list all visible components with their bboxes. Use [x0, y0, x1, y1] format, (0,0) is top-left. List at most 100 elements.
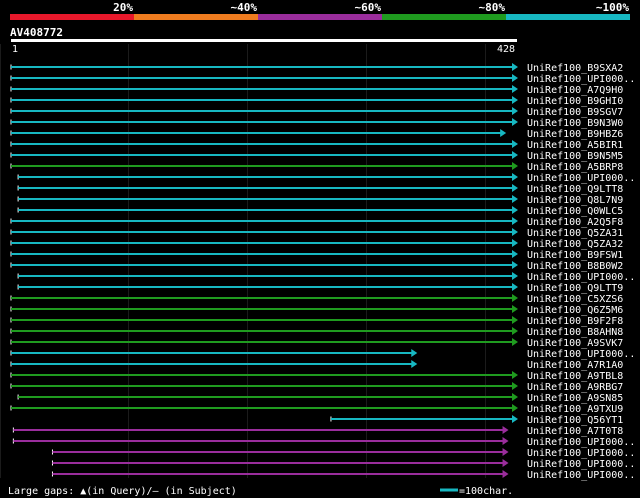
hit-label[interactable]: UniRef100_B9F2F8	[527, 316, 623, 327]
hit-label[interactable]: UniRef100_B8B0W2	[527, 261, 623, 272]
hit-row[interactable]: UniRef100_A5BIR1	[10, 140, 623, 151]
hit-row[interactable]: UniRef100_UPI000..	[10, 74, 635, 85]
hit-label[interactable]: UniRef100_A9RBG7	[527, 382, 623, 393]
hit-row[interactable]: UniRef100_UPI000..	[10, 349, 635, 360]
hit-bar[interactable]	[13, 440, 504, 442]
hit-bar[interactable]	[11, 220, 513, 222]
hit-row[interactable]: UniRef100_UPI000..	[51, 448, 635, 459]
hit-row[interactable]: UniRef100_B8AHN8	[10, 327, 623, 338]
hit-label[interactable]: UniRef100_B9FSW1	[527, 250, 623, 261]
hit-bar[interactable]	[52, 473, 504, 475]
hit-label[interactable]: UniRef100_A9TXU9	[527, 404, 623, 415]
hit-label[interactable]: UniRef100_Q8L7N9	[527, 195, 623, 206]
hit-bar[interactable]	[11, 253, 513, 255]
hit-label[interactable]: UniRef100_B9GHI0	[527, 96, 623, 107]
hit-row[interactable]: UniRef100_B9N5M5	[10, 151, 623, 162]
hit-bar[interactable]	[18, 209, 513, 211]
hit-bar[interactable]	[11, 154, 513, 156]
hit-label[interactable]: UniRef100_B9SXA2	[527, 63, 623, 74]
hit-label[interactable]: UniRef100_A9SVK7	[527, 338, 623, 349]
hit-bar[interactable]	[11, 330, 513, 332]
hit-label[interactable]: UniRef100_UPI000..	[527, 349, 635, 360]
hit-label[interactable]: UniRef100_B8AHN8	[527, 327, 623, 338]
hit-bar[interactable]	[11, 363, 413, 365]
hit-row[interactable]: UniRef100_Q5ZA31	[10, 228, 623, 239]
hit-row[interactable]: UniRef100_Q5ZA32	[10, 239, 623, 250]
hit-bar[interactable]	[11, 385, 513, 387]
hit-label[interactable]: UniRef100_A5BIR1	[527, 140, 623, 151]
hit-bar[interactable]	[18, 198, 513, 200]
hit-row[interactable]: UniRef100_A9RBG7	[10, 382, 623, 393]
hit-label[interactable]: UniRef100_B9N5M5	[527, 151, 623, 162]
hit-row[interactable]: UniRef100_B9F2F8	[10, 316, 623, 327]
hit-row[interactable]: UniRef100_A9SN85	[17, 393, 623, 404]
hit-bar[interactable]	[11, 132, 502, 134]
hit-label[interactable]: UniRef100_Q9LTT8	[527, 184, 623, 195]
hit-row[interactable]: UniRef100_UPI000..	[17, 173, 635, 184]
hit-bar[interactable]	[11, 121, 513, 123]
hit-label[interactable]: UniRef100_UPI000..	[527, 459, 635, 470]
hit-row[interactable]: UniRef100_Q56YT1	[330, 415, 623, 426]
hit-label[interactable]: UniRef100_Q5ZA31	[527, 228, 623, 239]
hit-bar[interactable]	[11, 352, 413, 354]
hit-bar[interactable]	[52, 451, 504, 453]
hit-row[interactable]: UniRef100_B9GHI0	[10, 96, 623, 107]
hit-row[interactable]: UniRef100_B9N3W0	[10, 118, 623, 129]
hit-label[interactable]: UniRef100_UPI000..	[527, 173, 635, 184]
hit-label[interactable]: UniRef100_A9TBL8	[527, 371, 623, 382]
hit-row[interactable]: UniRef100_A7Q9H0	[10, 85, 623, 96]
hit-label[interactable]: UniRef100_C5XZS6	[527, 294, 623, 305]
hit-bar[interactable]	[13, 429, 504, 431]
hit-label[interactable]: UniRef100_A2Q5F8	[527, 217, 623, 228]
hit-bar[interactable]	[11, 319, 513, 321]
hit-bar[interactable]	[11, 297, 513, 299]
hit-row[interactable]: UniRef100_UPI000..	[12, 437, 635, 448]
hit-bar[interactable]	[330, 418, 513, 420]
hit-bar[interactable]	[11, 242, 513, 244]
hit-bar[interactable]	[11, 308, 513, 310]
hit-row[interactable]: UniRef100_A5BRP8	[10, 162, 623, 173]
hit-label[interactable]: UniRef100_UPI000..	[527, 470, 635, 481]
hit-bar[interactable]	[11, 99, 513, 101]
hit-row[interactable]: UniRef100_A9SVK7	[10, 338, 623, 349]
hit-label[interactable]: UniRef100_B9HBZ6	[527, 129, 623, 140]
hit-bar[interactable]	[18, 286, 513, 288]
hit-row[interactable]: UniRef100_UPI000..	[51, 470, 635, 481]
hit-bar[interactable]	[11, 88, 513, 90]
hit-label[interactable]: UniRef100_Q6Z5M6	[527, 305, 623, 316]
hit-row[interactable]: UniRef100_Q9LTT9	[17, 283, 623, 294]
hit-row[interactable]: UniRef100_B9HBZ6	[10, 129, 623, 140]
hit-bar[interactable]	[18, 275, 513, 277]
hit-row[interactable]: UniRef100_A9TXU9	[10, 404, 623, 415]
hit-row[interactable]: UniRef100_A7T0T8	[12, 426, 623, 437]
hit-row[interactable]: UniRef100_Q8L7N9	[17, 195, 623, 206]
hit-bar[interactable]	[18, 187, 513, 189]
hit-label[interactable]: UniRef100_UPI000..	[527, 448, 635, 459]
hit-bar[interactable]	[11, 341, 513, 343]
hit-label[interactable]: UniRef100_UPI000..	[527, 272, 635, 283]
hit-row[interactable]: UniRef100_UPI000..	[17, 272, 635, 283]
hit-label[interactable]: UniRef100_A7Q9H0	[527, 85, 623, 96]
hit-row[interactable]: UniRef100_B8B0W2	[10, 261, 623, 272]
hit-label[interactable]: UniRef100_A5BRP8	[527, 162, 623, 173]
hit-row[interactable]: UniRef100_C5XZS6	[10, 294, 623, 305]
hit-bar[interactable]	[11, 407, 513, 409]
hit-label[interactable]: UniRef100_Q5ZA32	[527, 239, 623, 250]
hit-label[interactable]: UniRef100_Q0WLC5	[527, 206, 623, 217]
hit-label[interactable]: UniRef100_A7T0T8	[527, 426, 623, 437]
hit-bar[interactable]	[11, 231, 513, 233]
hit-bar[interactable]	[11, 143, 513, 145]
hit-bar[interactable]	[11, 264, 513, 266]
hit-bar[interactable]	[52, 462, 504, 464]
hit-bar[interactable]	[11, 374, 513, 376]
hit-row[interactable]: UniRef100_B9SGV7	[10, 107, 623, 118]
hit-bar[interactable]	[11, 165, 513, 167]
hit-bar[interactable]	[18, 396, 513, 398]
hit-label[interactable]: UniRef100_A7R1A0	[527, 360, 623, 371]
hit-row[interactable]: UniRef100_B9FSW1	[10, 250, 623, 261]
hit-row[interactable]: UniRef100_A9TBL8	[10, 371, 623, 382]
hit-label[interactable]: UniRef100_A9SN85	[527, 393, 623, 404]
hit-row[interactable]: UniRef100_Q9LTT8	[17, 184, 623, 195]
hit-bar[interactable]	[18, 176, 513, 178]
hit-label[interactable]: UniRef100_Q9LTT9	[527, 283, 623, 294]
